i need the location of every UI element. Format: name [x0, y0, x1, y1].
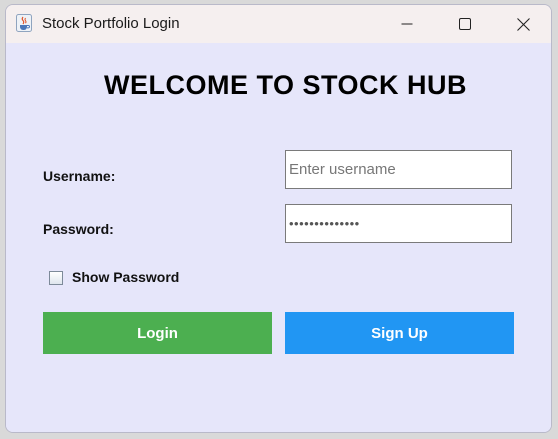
username-input[interactable]	[285, 150, 512, 189]
password-input[interactable]: ••••••••••••••	[285, 204, 512, 243]
title-bar[interactable]: Stock Portfolio Login	[6, 5, 551, 43]
close-button[interactable]	[494, 5, 551, 43]
page-title: WELCOME TO STOCK HUB	[103, 70, 467, 100]
minimize-icon	[401, 23, 413, 25]
username-label: Username:	[43, 168, 116, 184]
java-cup-icon	[16, 14, 32, 32]
login-panel: WELCOME TO STOCK HUB Username: Password:…	[6, 43, 551, 432]
login-button[interactable]: Login	[43, 312, 272, 354]
password-label: Password:	[43, 221, 114, 237]
window-title: Stock Portfolio Login	[42, 15, 180, 32]
login-window: Stock Portfolio Login WELCOME TO STOCK H…	[5, 4, 552, 433]
maximize-button[interactable]	[436, 5, 494, 43]
close-icon	[516, 17, 530, 31]
maximize-icon	[459, 18, 471, 30]
signup-button[interactable]: Sign Up	[285, 312, 514, 354]
minimize-button[interactable]	[378, 5, 436, 43]
show-password-checkbox[interactable]	[49, 271, 63, 285]
show-password-label[interactable]: Show Password	[72, 269, 179, 285]
